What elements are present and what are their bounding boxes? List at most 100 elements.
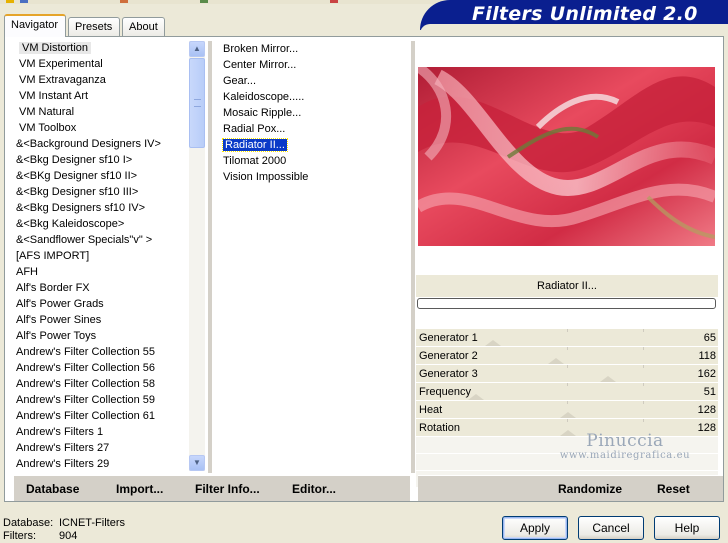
navigator-item[interactable]: VM Instant Art	[14, 88, 189, 104]
navigator-item[interactable]: AFH	[14, 264, 189, 280]
brand-title: Filters Unlimited 2.0	[472, 3, 698, 25]
slider-tick	[643, 419, 644, 422]
navigator-item[interactable]: VM Distortion	[14, 40, 189, 56]
bottom-toolbar-left: Database Import... Filter Info... Editor…	[14, 475, 410, 501]
filter-item[interactable]: Radial Pox...	[221, 121, 401, 137]
parameter-slider[interactable]: Rotation 128	[416, 419, 718, 437]
navigator-item-label: Andrew's Filters 27	[16, 442, 110, 454]
filter-item-label: Radiator II...	[222, 138, 288, 152]
navigator-item[interactable]: Andrew's Filter Collection 56	[14, 360, 189, 376]
filter-item[interactable]: Broken Mirror...	[221, 41, 401, 57]
brand-header: Filters Unlimited 2.0	[420, 0, 728, 30]
slider-thumb-icon[interactable]	[548, 358, 564, 364]
slider-tick	[643, 401, 644, 404]
navigator-item[interactable]: VM Extravaganza	[14, 72, 189, 88]
tab-navigator[interactable]: Navigator	[4, 14, 66, 37]
tab-presets[interactable]: Presets	[68, 17, 120, 36]
navigator-item-label: Alf's Power Grads	[16, 298, 104, 310]
navigator-item[interactable]: &<Sandflower Specials"v" >	[14, 232, 189, 248]
navigator-item[interactable]: &<Background Designers IV>	[14, 136, 189, 152]
slider-thumb-icon[interactable]	[560, 430, 576, 436]
navigator-scrollbar[interactable]: ▲ ▼	[189, 41, 205, 471]
navigator-item-label: Andrew's Filters 1	[16, 426, 104, 438]
navigator-item[interactable]: &<Bkg Designer sf10 I>	[14, 152, 189, 168]
parameter-value: 162	[697, 368, 716, 380]
scroll-down-button[interactable]: ▼	[189, 455, 205, 471]
navigator-item[interactable]: &<BKg Designer sf10 II>	[14, 168, 189, 184]
slider-thumb-icon[interactable]	[600, 376, 616, 382]
parameter-slider[interactable]: Generator 2 118	[416, 347, 718, 365]
filter-item-label: Mosaic Ripple...	[223, 107, 302, 119]
cancel-button[interactable]: Cancel	[578, 516, 644, 540]
randomize-button[interactable]: Randomize	[558, 482, 622, 496]
tab-about[interactable]: About	[122, 17, 165, 36]
navigator-item[interactable]: Andrew's Filter Collection 61	[14, 408, 189, 424]
grip-icon	[194, 99, 201, 107]
filter-item[interactable]: Gear...	[221, 73, 401, 89]
navigator-item[interactable]: Alf's Power Grads	[14, 296, 189, 312]
slider-tick	[643, 347, 644, 350]
slider-tick	[567, 383, 568, 386]
navigator-item-label: &<Bkg Kaleidoscope>	[16, 218, 125, 230]
database-button[interactable]: Database	[26, 482, 79, 496]
import-button[interactable]: Import...	[116, 482, 163, 496]
slider-thumb-icon[interactable]	[560, 412, 576, 418]
navigator-item[interactable]: &<Bkg Designer sf10 III>	[14, 184, 189, 200]
navigator-item[interactable]: Alf's Border FX	[14, 280, 189, 296]
editor-button[interactable]: Editor...	[292, 482, 336, 496]
navigator-item-label: VM Toolbox	[19, 122, 77, 134]
parameter-slider[interactable]: Generator 1 65	[416, 329, 718, 347]
navigator-item-label: Andrew's Filter Collection 61	[16, 410, 156, 422]
parameter-slider[interactable]: Frequency 51	[416, 383, 718, 401]
navigator-item[interactable]: [AFS IMPORT]	[14, 248, 189, 264]
navigator-item[interactable]: VM Natural	[14, 104, 189, 120]
navigator-item[interactable]: Andrew's Filters 27	[14, 440, 189, 456]
parameter-name: Generator 1	[419, 332, 478, 344]
filter-item[interactable]: Vision Impossible	[221, 169, 401, 185]
splitter-left[interactable]	[208, 41, 212, 473]
navigator-item[interactable]: &<Bkg Designers sf10 IV>	[14, 200, 189, 216]
navigator-item[interactable]: &<Bkg Kaleidoscope>	[14, 216, 189, 232]
parameter-value: 65	[703, 332, 716, 344]
parameter-empty-row	[416, 437, 718, 454]
apply-button[interactable]: Apply	[502, 516, 568, 540]
parameter-slider[interactable]: Heat 128	[416, 401, 718, 419]
slider-thumb-icon[interactable]	[485, 340, 501, 346]
navigator-item[interactable]: Alf's Power Toys	[14, 328, 189, 344]
navigator-item-label: Andrew's Filter Collection 56	[16, 362, 156, 374]
filter-info-button[interactable]: Filter Info...	[195, 482, 260, 496]
navigator-item[interactable]: Andrew's Filter Collection 58	[14, 376, 189, 392]
navigator-list[interactable]: VM Distortion VM Experimental VM Extravaga…	[14, 40, 189, 472]
parameter-value: 118	[698, 350, 716, 362]
navigator-item[interactable]: Andrew's Filters 29	[14, 456, 189, 472]
filter-item[interactable]: Center Mirror...	[221, 57, 401, 73]
filter-item[interactable]: Mosaic Ripple...	[221, 105, 401, 121]
navigator-item[interactable]: Andrew's Filter Collection 59	[14, 392, 189, 408]
navigator-item[interactable]: Andrew's Filter Collection 55	[14, 344, 189, 360]
parameter-name: Generator 2	[419, 350, 478, 362]
scroll-thumb[interactable]	[189, 58, 205, 148]
navigator-item-label: &<Bkg Designer sf10 I>	[16, 154, 133, 166]
navigator-item-label: Andrew's Filters 29	[16, 458, 110, 470]
navigator-item-label: Alf's Power Toys	[16, 330, 97, 342]
filter-item[interactable]: Radiator II...	[221, 137, 401, 153]
navigator-item-label: VM Experimental	[19, 58, 103, 70]
scroll-up-button[interactable]: ▲	[189, 41, 205, 57]
filter-list[interactable]: Broken Mirror... Center Mirror... Gear... K…	[221, 41, 401, 185]
status-area: Database: ICNET-Filters Filters: 904	[3, 517, 125, 543]
navigator-item[interactable]: VM Toolbox	[14, 120, 189, 136]
navigator-item[interactable]: Alf's Power Sines	[14, 312, 189, 328]
database-label: Database:	[3, 517, 54, 529]
reset-button[interactable]: Reset	[657, 482, 690, 496]
navigator-item[interactable]: Andrew's Filters 1	[14, 424, 189, 440]
database-value: ICNET-Filters	[59, 517, 125, 529]
navigator-item[interactable]: VM Experimental	[14, 56, 189, 72]
navigator-item-label: Andrew's Filter Collection 55	[16, 346, 156, 358]
splitter-right[interactable]	[411, 41, 415, 473]
help-button[interactable]: Help	[654, 516, 720, 540]
filter-item[interactable]: Tilomat 2000	[221, 153, 401, 169]
filters-label: Filters:	[3, 530, 36, 542]
filter-item[interactable]: Kaleidoscope.....	[221, 89, 401, 105]
parameter-slider[interactable]: Generator 3 162	[416, 365, 718, 383]
filter-item-label: Kaleidoscope.....	[223, 91, 305, 103]
